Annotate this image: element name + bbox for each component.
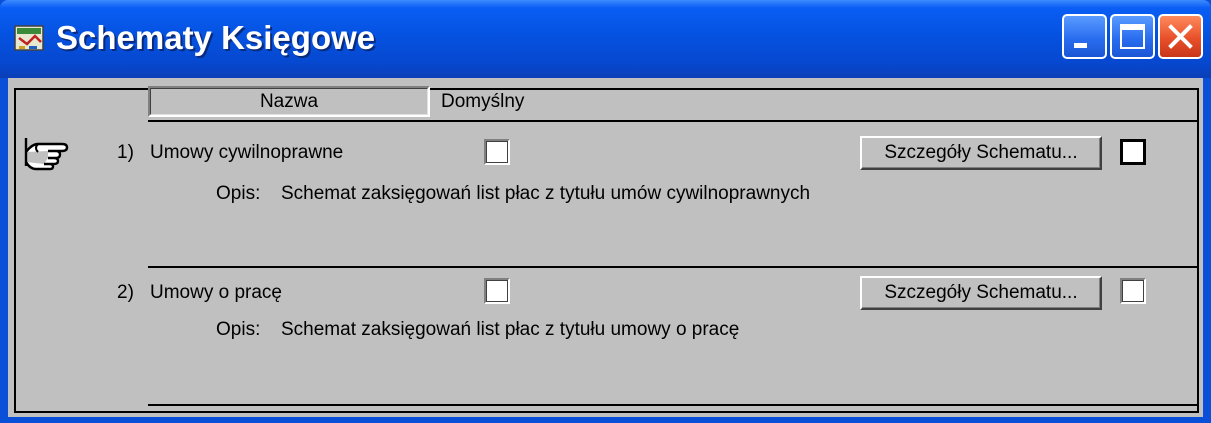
row-number: 1) [117,142,134,163]
close-button[interactable] [1158,14,1203,59]
row-description: Schemat zaksięgowań list płac z tytułu u… [281,183,811,204]
minimize-icon [1074,43,1087,48]
row-description: Schemat zaksięgowań list płac z tytułu u… [281,319,740,340]
row-divider [148,404,1199,406]
maximize-icon [1120,24,1145,49]
row-number: 2) [117,282,134,303]
window-client-area [8,78,1203,417]
window: Schematy Księgowe Nazwa Domyślny 1) Umow… [0,0,1211,423]
app-icon[interactable] [13,22,47,56]
scheme-details-button[interactable]: Szczegóły Schematu... [860,136,1102,170]
description-label: Opis: [216,183,261,204]
title-bar[interactable]: Schematy Księgowe [0,0,1211,78]
row-divider [148,266,1199,268]
select-checkbox[interactable] [1120,139,1146,165]
pointing-hand-icon [24,138,69,171]
window-title: Schematy Księgowe [56,19,376,56]
row-name[interactable]: Umowy cywilnoprawne [150,141,343,165]
select-checkbox[interactable] [1120,278,1146,304]
minimize-button[interactable] [1062,14,1107,59]
description-label: Opis: [216,319,261,340]
column-header-name[interactable]: Nazwa [148,86,430,117]
scheme-details-button-bevel [862,278,1100,308]
column-header-default: Domyślny [441,91,525,112]
column-header-name-frame [150,88,428,115]
scheme-details-button[interactable]: Szczegóły Schematu... [860,276,1102,310]
default-checkbox[interactable] [484,139,510,165]
row-name[interactable]: Umowy o pracę [150,281,282,305]
maximize-button[interactable] [1110,14,1155,59]
scheme-details-button-bevel [862,138,1100,168]
default-checkbox[interactable] [484,278,510,304]
header-divider [148,120,1199,122]
close-icon [1168,24,1193,49]
